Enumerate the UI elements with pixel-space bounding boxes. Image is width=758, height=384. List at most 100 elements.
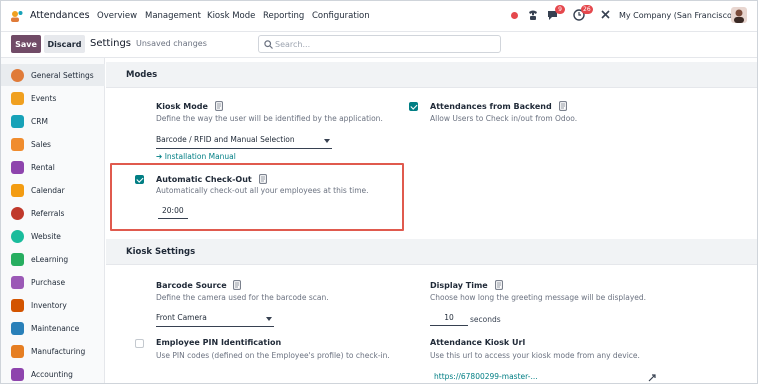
referrals-icon: [11, 206, 24, 220]
menu-kiosk-mode[interactable]: Kiosk Mode: [207, 11, 255, 21]
barcode-source-select[interactable]: Front Camera: [156, 313, 274, 327]
sidebar-item-sales[interactable]: Sales: [1, 133, 105, 155]
sidebar-item-label: Website: [31, 231, 61, 241]
company-switcher[interactable]: My Company (San Francisco): [619, 11, 735, 20]
sidebar-item-calendar[interactable]: Calendar: [1, 179, 105, 201]
menu-configuration[interactable]: Configuration: [312, 11, 370, 21]
sidebar-item-manufacturing[interactable]: Manufacturing: [1, 340, 105, 362]
attendances-app-icon[interactable]: [10, 9, 24, 23]
kiosk-mode-description: Define the way the user will be identifi…: [156, 114, 383, 123]
sidebar-item-events[interactable]: Events: [1, 87, 105, 109]
sidebar-item-website[interactable]: Website: [1, 225, 105, 247]
display-time-input[interactable]: 10: [430, 313, 468, 326]
sidebar-item-referrals[interactable]: Referrals: [1, 202, 105, 224]
general-settings-icon: [11, 68, 24, 82]
inventory-icon: [11, 298, 24, 312]
activity-badge: 26: [581, 5, 593, 14]
accounting-icon: [11, 367, 24, 381]
search-icon: [264, 40, 273, 49]
settings-sidebar: General Settings Events CRM Sales Rental…: [1, 58, 105, 383]
chat-button[interactable]: 9: [547, 5, 565, 23]
display-time-unit: seconds: [470, 315, 501, 324]
section-modes-header: Modes: [106, 62, 757, 88]
page-title: Settings: [90, 38, 132, 49]
crm-icon: [11, 114, 24, 128]
sidebar-item-label: Referrals: [31, 208, 65, 218]
display-time-value: 10: [444, 313, 454, 322]
sidebar-item-label: Calendar: [31, 185, 65, 195]
sidebar-item-label: General Settings: [31, 70, 94, 80]
activity-button[interactable]: 26: [573, 5, 593, 23]
menu-overview[interactable]: Overview: [97, 11, 137, 21]
sidebar-item-maintenance[interactable]: Maintenance: [1, 317, 105, 339]
pin-title: Employee PIN Identification: [156, 338, 282, 347]
backend-label: Attendances from Backend: [430, 102, 552, 111]
link-icon[interactable]: [648, 374, 656, 382]
sidebar-item-label: Events: [31, 93, 57, 103]
discard-button[interactable]: Discard: [44, 35, 85, 53]
sidebar-item-accounting[interactable]: Accounting: [1, 363, 105, 383]
website-icon: [11, 229, 24, 243]
barcode-source-title: Barcode Source: [156, 280, 242, 290]
chevron-down-icon: [324, 139, 330, 143]
highlight-box: [110, 163, 404, 231]
save-button[interactable]: Save: [11, 35, 41, 53]
sidebar-item-purchase[interactable]: Purchase: [1, 271, 105, 293]
sidebar-item-rental[interactable]: Rental: [1, 156, 105, 178]
barcode-source-label: Barcode Source: [156, 281, 227, 290]
kiosk-mode-title: Kiosk Mode: [156, 101, 223, 111]
manufacturing-icon: [11, 344, 24, 358]
kiosk-mode-value: Barcode / RFID and Manual Selection: [156, 135, 295, 144]
sidebar-item-label: Sales: [31, 139, 51, 149]
tools-icon[interactable]: [600, 9, 611, 21]
display-time-label: Display Time: [430, 281, 488, 290]
status-dot-icon: [511, 12, 518, 19]
document-icon[interactable]: [558, 101, 567, 111]
sidebar-item-label: Maintenance: [31, 323, 80, 333]
sidebar-item-label: Inventory: [31, 300, 67, 310]
sidebar-item-inventory[interactable]: Inventory: [1, 294, 105, 316]
pin-description: Use PIN codes (defined on the Employee's…: [156, 351, 390, 360]
display-time-description: Choose how long the greeting message wil…: [430, 293, 647, 302]
sidebar-item-elearning[interactable]: eLearning: [1, 248, 105, 270]
sidebar-item-label: eLearning: [31, 254, 69, 264]
sidebar-item-general-settings[interactable]: General Settings: [1, 64, 105, 86]
elearning-icon: [11, 252, 24, 266]
app-title[interactable]: Attendances: [30, 10, 90, 21]
kiosk-url-value: https://67800299-master-...: [434, 372, 538, 381]
document-icon[interactable]: [214, 101, 223, 111]
chevron-down-icon: [266, 317, 272, 321]
kiosk-url-field[interactable]: https://67800299-master-...: [430, 372, 660, 383]
backend-checkbox[interactable]: [409, 102, 418, 111]
kiosk-url-description: Use this url to access your kiosk mode f…: [430, 351, 640, 360]
avatar[interactable]: [731, 7, 747, 23]
kiosk-mode-select[interactable]: Barcode / RFID and Manual Selection: [156, 135, 332, 149]
search-box[interactable]: [258, 35, 501, 53]
top-navbar: Attendances Overview Management Kiosk Mo…: [1, 1, 757, 32]
arrow-right-icon: ➔: [156, 152, 163, 161]
chat-badge: 9: [555, 5, 565, 14]
installation-manual-link[interactable]: ➔ Installation Manual: [156, 152, 236, 161]
phone-icon[interactable]: [527, 9, 539, 21]
maintenance-icon: [11, 321, 24, 335]
sidebar-item-label: CRM: [31, 116, 48, 126]
pin-checkbox[interactable]: [135, 339, 144, 348]
menu-reporting[interactable]: Reporting: [263, 11, 304, 21]
backend-description: Allow Users to Check in/out from Odoo.: [430, 114, 578, 123]
menu-management[interactable]: Management: [145, 11, 201, 21]
sidebar-item-label: Rental: [31, 162, 55, 172]
app-window: Attendances Overview Management Kiosk Mo…: [0, 0, 758, 384]
sidebar-item-label: Accounting: [31, 369, 73, 379]
document-icon[interactable]: [233, 280, 242, 290]
installation-manual-label: Installation Manual: [164, 152, 236, 161]
barcode-source-description: Define the camera used for the barcode s…: [156, 293, 329, 302]
kiosk-mode-label: Kiosk Mode: [156, 102, 208, 111]
purchase-icon: [11, 275, 24, 289]
section-kiosk-settings-header: Kiosk Settings: [106, 239, 757, 265]
unsaved-indicator: Unsaved changes: [136, 39, 207, 48]
display-time-title: Display Time: [430, 280, 503, 290]
document-icon[interactable]: [494, 280, 503, 290]
sidebar-item-crm[interactable]: CRM: [1, 110, 105, 132]
search-input[interactable]: [275, 38, 495, 50]
kiosk-url-title: Attendance Kiosk Url: [430, 338, 526, 347]
